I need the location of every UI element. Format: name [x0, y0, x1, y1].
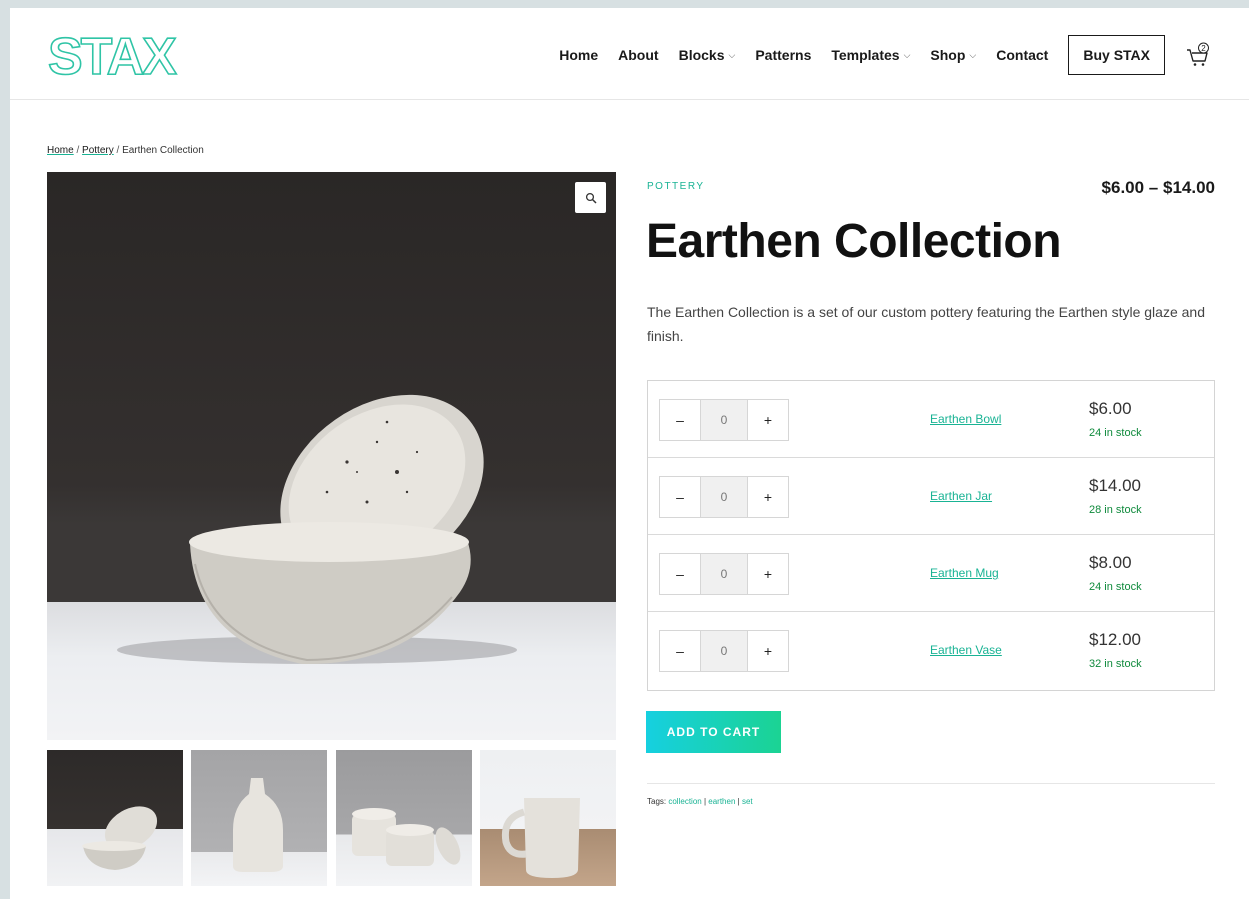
- divider: [647, 783, 1215, 784]
- breadcrumb-category[interactable]: Pottery: [82, 145, 114, 156]
- grouped-products-table: – 0 + Earthen Bowl $6.00 24 in stock – 0…: [647, 380, 1215, 691]
- nav-label: Contact: [996, 47, 1049, 63]
- nav-about[interactable]: About: [618, 47, 658, 63]
- tag-link[interactable]: collection: [668, 797, 701, 806]
- decrease-button[interactable]: –: [660, 631, 700, 671]
- breadcrumb-home[interactable]: Home: [47, 145, 74, 156]
- magnifier-icon: [585, 192, 597, 204]
- breadcrumb-separator: /: [116, 145, 120, 156]
- stock-status: 32 in stock: [1089, 658, 1142, 670]
- page: STAX Home About Blocks ⌵ Patterns Templat…: [10, 8, 1249, 899]
- quantity-stepper: – 0 +: [659, 476, 789, 518]
- tag-link[interactable]: set: [742, 797, 753, 806]
- main-nav: Home About Blocks ⌵ Patterns Templates ⌵ S…: [559, 34, 1211, 76]
- decrease-button[interactable]: –: [660, 477, 700, 517]
- tag-separator: |: [737, 797, 740, 806]
- breadcrumb: Home / Pottery / Earthen Collection: [47, 145, 204, 156]
- product-category[interactable]: POTTERY: [647, 181, 705, 192]
- product-tags: Tags: collection | earthen | set: [647, 797, 753, 806]
- table-row: – 0 + Earthen Vase $12.00 32 in stock: [648, 612, 1214, 689]
- thumbnail-bowls[interactable]: [47, 750, 183, 886]
- decrease-button[interactable]: –: [660, 400, 700, 440]
- thumbnail-mug-image: [501, 798, 580, 878]
- nav-label: Home: [559, 47, 599, 63]
- quantity-input[interactable]: 0: [700, 554, 748, 594]
- product-link[interactable]: Earthen Mug: [930, 566, 999, 580]
- nav-label: Blocks: [678, 47, 725, 63]
- quantity-input[interactable]: 0: [700, 477, 748, 517]
- product-title: Earthen Collection: [646, 215, 1062, 268]
- logo-text: STAX: [48, 30, 177, 80]
- nav-label: Shop: [930, 47, 966, 63]
- cart-count: 2: [1201, 44, 1206, 53]
- increase-button[interactable]: +: [748, 631, 788, 671]
- breadcrumb-separator: /: [76, 145, 80, 156]
- thumbnail-jars[interactable]: [335, 750, 472, 886]
- bowls-illustration: [117, 394, 517, 665]
- buy-stax-button[interactable]: Buy STAX: [1068, 35, 1165, 75]
- cart-icon: 2: [1187, 42, 1209, 66]
- site-header: STAX Home About Blocks ⌵ Patterns Templat…: [10, 8, 1249, 100]
- product-description: The Earthen Collection is a set of our c…: [647, 304, 1205, 344]
- breadcrumb-current: Earthen Collection: [122, 145, 204, 156]
- zoom-button[interactable]: [575, 182, 606, 213]
- chevron-down-icon: ⌵: [969, 49, 977, 60]
- thumbnail-mug[interactable]: [479, 750, 616, 886]
- thumbnail-vase[interactable]: [191, 750, 328, 886]
- nav-blocks[interactable]: Blocks ⌵: [679, 47, 736, 63]
- increase-button[interactable]: +: [748, 400, 788, 440]
- quantity-stepper: – 0 +: [659, 553, 789, 595]
- nav-label: About: [618, 47, 659, 63]
- thumbnail-strip: [47, 750, 616, 886]
- table-row: – 0 + Earthen Jar $14.00 28 in stock: [648, 458, 1214, 535]
- table-row: – 0 + Earthen Bowl $6.00 24 in stock: [648, 381, 1214, 458]
- add-to-cart-button[interactable]: ADD TO CART: [646, 711, 781, 753]
- tags-label: Tags:: [647, 797, 667, 806]
- product-link[interactable]: Earthen Vase: [930, 643, 1002, 657]
- decrease-button[interactable]: –: [660, 554, 700, 594]
- product-link[interactable]: Earthen Bowl: [930, 412, 1001, 426]
- nav-label: Patterns: [755, 47, 812, 63]
- stock-status: 24 in stock: [1089, 427, 1142, 439]
- item-price: $8.00: [1089, 553, 1132, 572]
- nav-shop[interactable]: Shop ⌵: [930, 47, 976, 63]
- increase-button[interactable]: +: [748, 477, 788, 517]
- item-price: $6.00: [1089, 399, 1132, 418]
- stock-status: 28 in stock: [1089, 504, 1142, 516]
- cart-button[interactable]: 2: [1185, 42, 1211, 68]
- price-range: $6.00 – $14.00: [1101, 178, 1215, 197]
- increase-button[interactable]: +: [748, 554, 788, 594]
- quantity-stepper: – 0 +: [659, 399, 789, 441]
- quantity-input[interactable]: 0: [700, 631, 748, 671]
- tag-separator: |: [703, 797, 707, 806]
- chevron-down-icon: ⌵: [728, 49, 736, 60]
- stax-logo[interactable]: STAX: [46, 30, 186, 80]
- table-row: – 0 + Earthen Mug $8.00 24 in stock: [648, 535, 1214, 612]
- item-price: $12.00: [1089, 630, 1141, 649]
- nav-patterns[interactable]: Patterns: [755, 47, 811, 63]
- product-link[interactable]: Earthen Jar: [930, 489, 992, 503]
- item-price: $14.00: [1089, 476, 1141, 495]
- nav-home[interactable]: Home: [559, 47, 598, 63]
- nav-templates[interactable]: Templates ⌵: [831, 47, 910, 63]
- nav-contact[interactable]: Contact: [996, 47, 1048, 63]
- thumbnail-jars-image: [351, 808, 461, 866]
- tag-link[interactable]: earthen: [708, 797, 735, 806]
- quantity-input[interactable]: 0: [700, 400, 748, 440]
- product-main-image[interactable]: [47, 172, 616, 740]
- thumbnail-bowls-image: [82, 806, 158, 870]
- nav-label: Templates: [831, 47, 900, 63]
- chevron-down-icon: ⌵: [903, 49, 911, 60]
- thumbnail-vase-image: [233, 778, 284, 872]
- quantity-stepper: – 0 +: [659, 630, 789, 672]
- stock-status: 24 in stock: [1089, 581, 1142, 593]
